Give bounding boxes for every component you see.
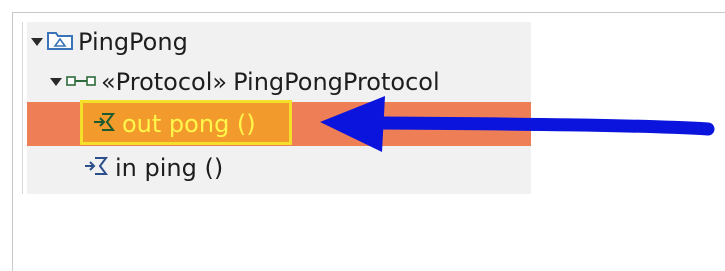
annotation-arrow [320, 96, 715, 152]
